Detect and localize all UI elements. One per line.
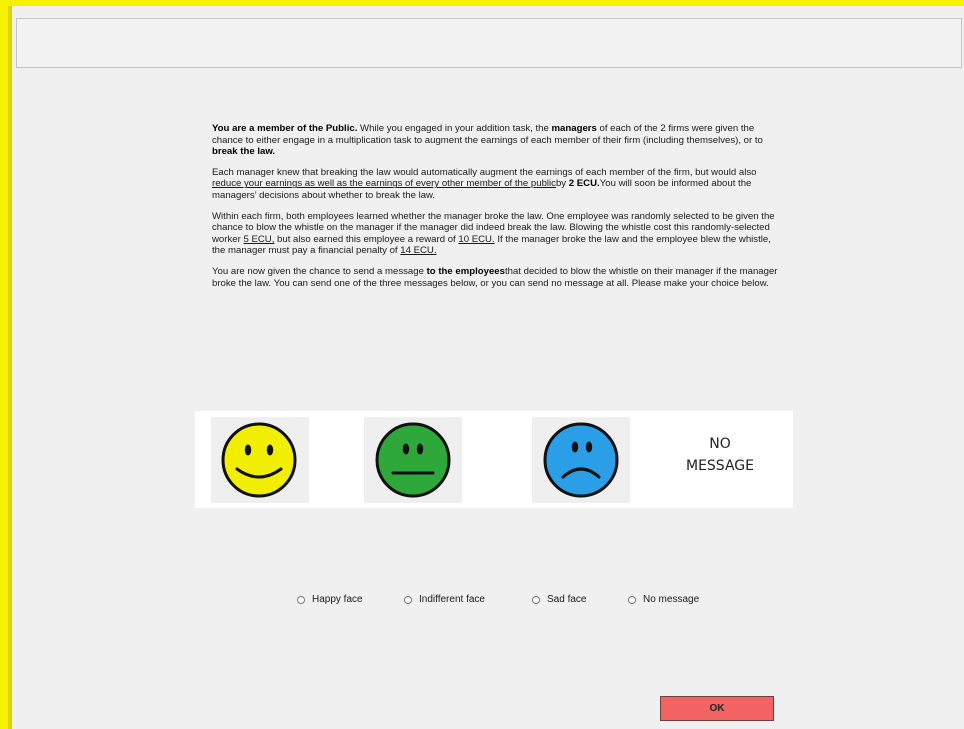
employees-term: to the employees: [426, 265, 505, 277]
instructions-paragraph-4: You are now given the chance to send a m…: [212, 266, 782, 289]
happy-face-radio[interactable]: [297, 595, 305, 604]
text-span: While you engaged in your addition task,…: [357, 123, 552, 134]
whistle-reward: 10 ECU.: [458, 233, 495, 245]
manager-penalty: 14 ECU.: [400, 245, 437, 257]
sad-face-radio[interactable]: [532, 595, 540, 604]
option-no-message[interactable]: No message: [628, 594, 699, 605]
option-label: Sad face: [547, 594, 587, 605]
ok-button-label: OK: [709, 703, 725, 714]
no-message-tile: NO MESSAGE: [665, 433, 775, 493]
indifferent-face-icon: [375, 422, 451, 498]
instructions-text: You are a member of the Public. While yo…: [212, 123, 782, 298]
option-label: Indifferent face: [419, 594, 485, 605]
message-faces-strip: NO MESSAGE: [195, 411, 793, 508]
text-span: Each manager knew that breaking the law …: [212, 166, 757, 178]
instructions-paragraph-1: You are a member of the Public. While yo…: [212, 123, 782, 158]
sad-face-tile: [532, 417, 630, 503]
window-frame-left-inner: [8, 6, 12, 729]
no-message-line-1: NO: [709, 436, 731, 452]
option-indifferent-face[interactable]: Indifferent face: [404, 594, 485, 605]
whistle-cost: 5 ECU,: [243, 233, 275, 245]
reduction-amount: 2 ECU.: [568, 178, 600, 190]
no-message-line-2: MESSAGE: [686, 458, 754, 474]
indifferent-face-tile: [364, 417, 462, 503]
ok-button[interactable]: OK: [660, 696, 774, 721]
message-options: Happy face Indifferent face Sad face No …: [0, 594, 964, 610]
instructions-paragraph-2: Each manager knew that breaking the law …: [212, 167, 782, 202]
option-happy-face[interactable]: Happy face: [297, 594, 363, 605]
earnings-reduction-text: reduce your earnings as well as the earn…: [212, 178, 556, 190]
option-label: Happy face: [312, 594, 363, 605]
text-span: but also earned this employee a reward o…: [274, 233, 459, 245]
text-span: by: [555, 178, 569, 190]
break-law-term: break the law.: [212, 146, 276, 158]
no-message-radio[interactable]: [628, 595, 636, 604]
option-sad-face[interactable]: Sad face: [532, 594, 586, 605]
managers-term: managers: [551, 123, 597, 134]
public-role-lead: You are a member of the Public.: [212, 123, 358, 134]
happy-face-tile: [211, 417, 309, 503]
text-span: You are now given the chance to send a m…: [212, 265, 427, 277]
window-frame-top: [0, 0, 964, 6]
indifferent-face-radio[interactable]: [404, 595, 412, 604]
happy-face-icon: [221, 422, 297, 498]
sad-face-icon: [543, 422, 619, 498]
option-label: No message: [643, 594, 700, 605]
header-bar: [16, 18, 962, 68]
instructions-paragraph-3: Within each firm, both employees learned…: [212, 211, 782, 257]
